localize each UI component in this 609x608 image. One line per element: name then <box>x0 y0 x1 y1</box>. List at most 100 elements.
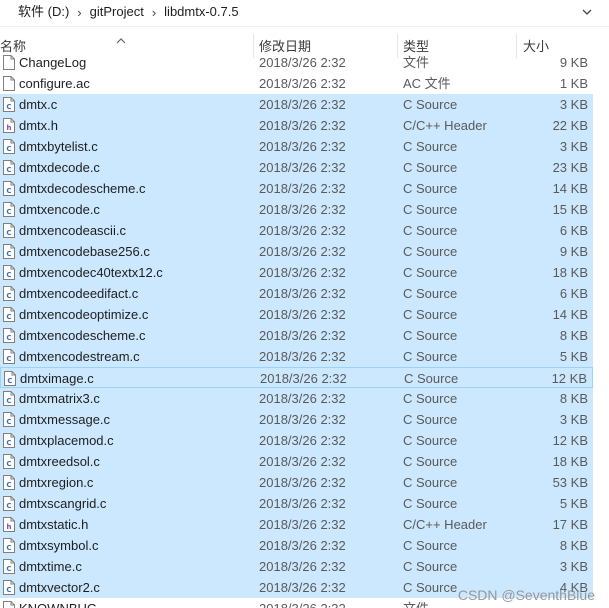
file-name: dmtxencode.c <box>19 202 100 217</box>
file-date: 2018/3/26 2:32 <box>259 181 346 196</box>
file-date: 2018/3/26 2:32 <box>259 598 346 608</box>
file-type: 文件 <box>403 598 429 608</box>
file-row[interactable]: Cdmtxencodeascii.c 2018/3/26 2:32 C Source… <box>0 220 593 241</box>
file-type: C/C++ Header <box>403 118 487 133</box>
c-source-icon: C <box>3 265 15 280</box>
file-row[interactable]: configure.ac 2018/3/26 2:32 AC 文件 1 KB <box>0 73 593 94</box>
file-row[interactable]: Cdmtxencodebase256.c 2018/3/26 2:32 C Sour… <box>0 241 593 262</box>
c-source-icon: C <box>3 328 15 343</box>
file-date: 2018/3/26 2:32 <box>259 496 346 511</box>
file-size: 6 KB <box>559 223 588 238</box>
file-name: dmtxmatrix3.c <box>19 391 100 406</box>
c-source-icon: C <box>3 97 15 112</box>
file-row[interactable]: Cdmtxtime.c 2018/3/26 2:32 C Source 3 KB <box>0 556 593 577</box>
file-size: 14 KB <box>552 307 588 322</box>
file-row[interactable]: Cdmtximage.c 2018/3/26 2:32 C Source 12 KB <box>0 367 593 388</box>
file-row[interactable]: Cdmtxencodec40textx12.c 2018/3/26 2:32 C S… <box>0 262 593 283</box>
file-row[interactable]: Cdmtxencodestream.c 2018/3/26 2:32 C Sourc… <box>0 346 593 367</box>
c-source-icon: C <box>3 538 15 553</box>
watermark: CSDN @SeventhBlue <box>457 587 595 603</box>
file-type: C Source <box>403 160 458 175</box>
breadcrumb: 软件 (D:) › gitProject › libdmtx-0.7.5 <box>16 4 241 20</box>
file-name: dmtxencodescheme.c <box>19 328 146 343</box>
breadcrumb-current-folder[interactable]: libdmtx-0.7.5 <box>162 4 240 20</box>
file-name: dmtxscangrid.c <box>19 496 107 511</box>
file-icon <box>3 76 15 91</box>
file-size: 15 KB <box>552 202 588 217</box>
address-history-dropdown-icon[interactable] <box>581 6 593 21</box>
file-type: C Source <box>403 433 458 448</box>
file-size: 3 KB <box>559 559 588 574</box>
c-source-icon: C <box>3 160 15 175</box>
file-row[interactable]: Cdmtxencodescheme.c 2018/3/26 2:32 C Sourc… <box>0 325 593 346</box>
file-type: C Source <box>403 454 458 469</box>
file-date: 2018/3/26 2:32 <box>259 349 346 364</box>
file-type: C Source <box>403 349 458 364</box>
breadcrumb-gitproject[interactable]: gitProject <box>88 4 146 20</box>
svg-text:C: C <box>6 439 11 447</box>
svg-text:C: C <box>6 208 11 216</box>
file-date: 2018/3/26 2:32 <box>259 76 346 91</box>
file-type: C Source <box>403 97 458 112</box>
file-row[interactable]: Cdmtxregion.c 2018/3/26 2:32 C Source 53 KB <box>0 472 593 493</box>
svg-text:C: C <box>6 397 11 405</box>
breadcrumb-drive[interactable]: 软件 (D:) <box>16 4 71 20</box>
c-source-icon: C <box>3 412 15 427</box>
file-row[interactable]: Cdmtxscangrid.c 2018/3/26 2:32 C Source 5 K… <box>0 493 593 514</box>
file-name: dmtxencodec40textx12.c <box>19 265 163 280</box>
c-source-icon: C <box>3 181 15 196</box>
file-row[interactable]: h dmtx.h 2018/3/26 2:32 C/C++ Header 22 KB <box>0 115 593 136</box>
file-row[interactable]: Cdmtxdecodescheme.c 2018/3/26 2:32 C Sourc… <box>0 178 593 199</box>
file-name: dmtxdecodescheme.c <box>19 181 146 196</box>
file-row[interactable]: Cdmtxplacemod.c 2018/3/26 2:32 C Source 12 … <box>0 430 593 451</box>
file-date: 2018/3/26 2:32 <box>259 307 346 322</box>
file-date: 2018/3/26 2:32 <box>259 202 346 217</box>
file-row[interactable]: Cdmtxbytelist.c 2018/3/26 2:32 C Source 3 K… <box>0 136 593 157</box>
file-row[interactable]: ChangeLog 2018/3/26 2:32 文件 9 KB <box>0 52 593 73</box>
c-source-icon: C <box>3 475 15 490</box>
file-row[interactable]: h dmtxstatic.h 2018/3/26 2:32 C/C++ Header 1… <box>0 514 593 535</box>
file-row[interactable]: Cdmtx.c 2018/3/26 2:32 C Source 3 KB <box>0 94 593 115</box>
file-name: configure.ac <box>19 76 90 91</box>
svg-text:C: C <box>6 565 11 573</box>
file-size: 5 KB <box>559 496 588 511</box>
file-name: dmtxstatic.h <box>19 517 89 532</box>
file-row[interactable]: Cdmtxencode.c 2018/3/26 2:32 C Source 15 KB <box>0 199 593 220</box>
file-date: 2018/3/26 2:32 <box>259 517 346 532</box>
file-name: dmtxencodeascii.c <box>19 223 126 238</box>
file-name: dmtxplacemod.c <box>19 433 114 448</box>
svg-text:C: C <box>6 502 11 510</box>
file-list: ChangeLog 2018/3/26 2:32 文件 9 KB configure.a… <box>0 52 609 608</box>
file-icon <box>3 601 15 608</box>
c-source-icon: C <box>3 244 15 259</box>
file-type: C Source <box>403 202 458 217</box>
svg-text:C: C <box>6 418 11 426</box>
c-source-icon: C <box>3 307 15 322</box>
file-size: 17 KB <box>552 517 588 532</box>
file-row[interactable]: Cdmtxdecode.c 2018/3/26 2:32 C Source 23 KB <box>0 157 593 178</box>
svg-text:C: C <box>6 334 11 342</box>
file-type: C Source <box>403 265 458 280</box>
file-type: C Source <box>403 223 458 238</box>
file-size: 14 KB <box>552 181 588 196</box>
file-row[interactable]: Cdmtxencodeoptimize.c 2018/3/26 2:32 C Sou… <box>0 304 593 325</box>
file-row[interactable]: Cdmtxreedsol.c 2018/3/26 2:32 C Source 18 K… <box>0 451 593 472</box>
file-type: C Source <box>404 371 459 386</box>
file-date: 2018/3/26 2:32 <box>259 265 346 280</box>
svg-text:C: C <box>6 544 11 552</box>
file-row[interactable]: Cdmtxmatrix3.c 2018/3/26 2:32 C Source 8 KB <box>0 388 593 409</box>
file-row[interactable]: Cdmtxmessage.c 2018/3/26 2:32 C Source 3 KB <box>0 409 593 430</box>
file-type: C Source <box>403 475 458 490</box>
c-source-icon: C <box>3 454 15 469</box>
scrollbar-track[interactable] <box>593 52 609 608</box>
file-row[interactable]: Cdmtxencodeedifact.c 2018/3/26 2:32 C Sour… <box>0 283 593 304</box>
file-name: dmtx.c <box>19 97 58 112</box>
svg-text:C: C <box>6 586 11 594</box>
file-row[interactable]: Cdmtxsymbol.c 2018/3/26 2:32 C Source 8 KB <box>0 535 593 556</box>
file-date: 2018/3/26 2:32 <box>259 328 346 343</box>
file-name: dmtxencodeedifact.c <box>19 286 139 301</box>
file-date: 2018/3/26 2:32 <box>259 559 346 574</box>
file-type: C Source <box>403 328 458 343</box>
breadcrumb-separator-icon[interactable]: › <box>71 5 87 20</box>
breadcrumb-separator-icon[interactable]: › <box>146 5 162 20</box>
